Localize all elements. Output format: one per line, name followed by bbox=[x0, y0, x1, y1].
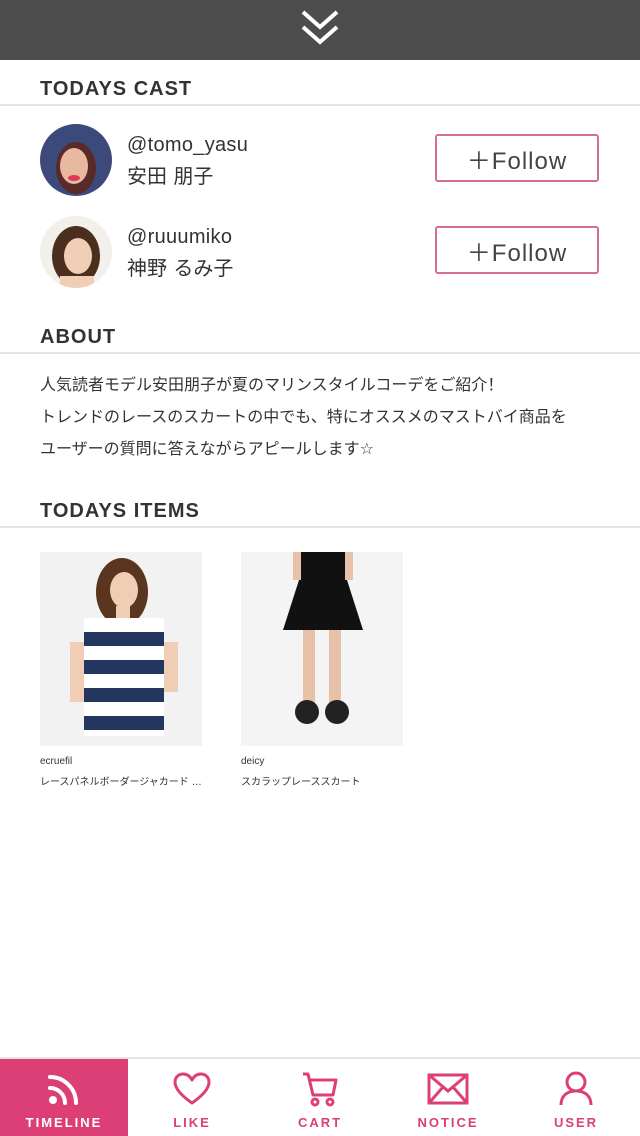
cast-name: 神野 るみ子 bbox=[127, 256, 234, 280]
heart-icon bbox=[173, 1071, 211, 1107]
about-description: 人気読者モデル安田朋子が夏のマリンスタイルコーデをご紹介！ トレンドのレースのス… bbox=[40, 369, 600, 465]
item-brand: ecruefil bbox=[40, 756, 73, 767]
nav-label: NOTICE bbox=[417, 1115, 479, 1130]
nav-notice[interactable]: NOTICE bbox=[384, 1059, 512, 1136]
avatar[interactable] bbox=[40, 216, 112, 288]
nav-like[interactable]: LIKE bbox=[128, 1059, 256, 1136]
mail-icon bbox=[427, 1071, 469, 1107]
divider bbox=[0, 526, 640, 528]
follow-button[interactable]: ＋Follow bbox=[435, 226, 599, 274]
item-brand: deicy bbox=[241, 756, 265, 767]
double-chevron-down-icon[interactable] bbox=[300, 9, 340, 52]
cast-row: @ruuumiko 神野 るみ子 ＋Follow bbox=[0, 216, 640, 292]
nav-cart[interactable]: CART bbox=[256, 1059, 384, 1136]
bottom-nav: TIMELINE LIKE CART NOTICE USER bbox=[0, 1057, 640, 1136]
nav-label: LIKE bbox=[173, 1115, 211, 1130]
avatar[interactable] bbox=[40, 124, 112, 196]
section-title-todays-cast: TODAYS CAST bbox=[40, 78, 193, 100]
cast-name: 安田 朋子 bbox=[127, 164, 214, 188]
item-name[interactable]: レースパネルボーダージャカード ... bbox=[40, 773, 202, 788]
nav-label: USER bbox=[553, 1115, 599, 1130]
item-image[interactable] bbox=[40, 552, 202, 746]
cart-icon bbox=[301, 1071, 339, 1107]
user-icon bbox=[559, 1071, 593, 1107]
nav-timeline[interactable]: TIMELINE bbox=[0, 1059, 128, 1136]
about-line: 人気読者モデル安田朋子が夏のマリンスタイルコーデをご紹介！ bbox=[40, 375, 504, 394]
cast-handle[interactable]: @tomo_yasu bbox=[127, 134, 248, 157]
cast-row: @tomo_yasu 安田 朋子 ＋Follow bbox=[0, 124, 640, 200]
cast-handle[interactable]: @ruuumiko bbox=[127, 226, 232, 249]
about-line: ユーザーの質問に答えながらアピールします☆ bbox=[40, 439, 375, 458]
nav-label: CART bbox=[297, 1115, 343, 1130]
about-line: トレンドのレースのスカートの中でも、特にオススメのマストバイ商品を bbox=[40, 407, 567, 426]
nav-label: TIMELINE bbox=[25, 1115, 103, 1130]
item-card[interactable]: ecruefil レースパネルボーダージャカード ... bbox=[40, 552, 202, 788]
item-card[interactable]: deicy スカラップレーススカート bbox=[241, 552, 403, 788]
nav-user[interactable]: USER bbox=[512, 1059, 640, 1136]
divider bbox=[0, 104, 640, 106]
top-bar bbox=[0, 0, 640, 60]
rss-icon bbox=[46, 1071, 82, 1107]
section-title-about: ABOUT bbox=[40, 326, 117, 348]
follow-button[interactable]: ＋Follow bbox=[435, 134, 599, 182]
divider bbox=[0, 352, 640, 354]
item-image[interactable] bbox=[241, 552, 403, 746]
item-name[interactable]: スカラップレーススカート bbox=[241, 773, 403, 788]
section-title-todays-items: TODAYS ITEMS bbox=[40, 500, 200, 522]
